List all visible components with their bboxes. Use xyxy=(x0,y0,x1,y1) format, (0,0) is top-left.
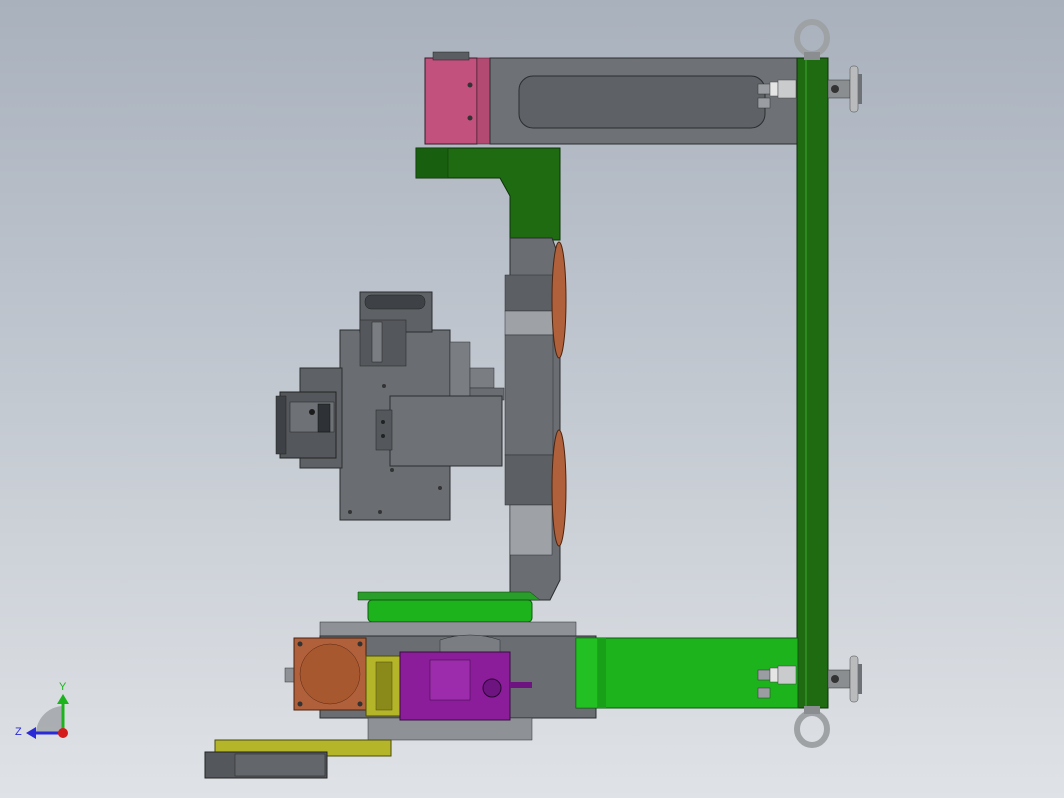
coordinate-triad: Y Z xyxy=(15,681,69,739)
base-assembly xyxy=(204,591,799,779)
y-axis-label: Y xyxy=(59,681,67,693)
green-turntable xyxy=(367,599,533,623)
copper-disk-lower xyxy=(551,429,567,547)
right-frame xyxy=(794,19,862,748)
cad-3d-viewport[interactable]: Y Z xyxy=(0,0,1064,798)
bottom-leveling-foot xyxy=(827,655,862,703)
side-sensor-unit xyxy=(275,367,343,469)
rotary-joint xyxy=(504,237,567,601)
top-arm-assembly xyxy=(424,51,799,145)
top-lifting-eye-icon xyxy=(794,19,830,60)
z-axis-label: Z xyxy=(15,726,22,738)
green-upright xyxy=(796,57,829,709)
bottom-lifting-eye-icon xyxy=(794,706,830,748)
copper-disk-upper xyxy=(551,241,567,359)
pink-end-block xyxy=(424,57,478,145)
main-housing xyxy=(339,291,505,521)
beam-slot xyxy=(518,75,766,129)
green-bracket xyxy=(415,147,561,241)
top-leveling-foot xyxy=(827,65,862,113)
x-axis-icon xyxy=(58,728,68,738)
